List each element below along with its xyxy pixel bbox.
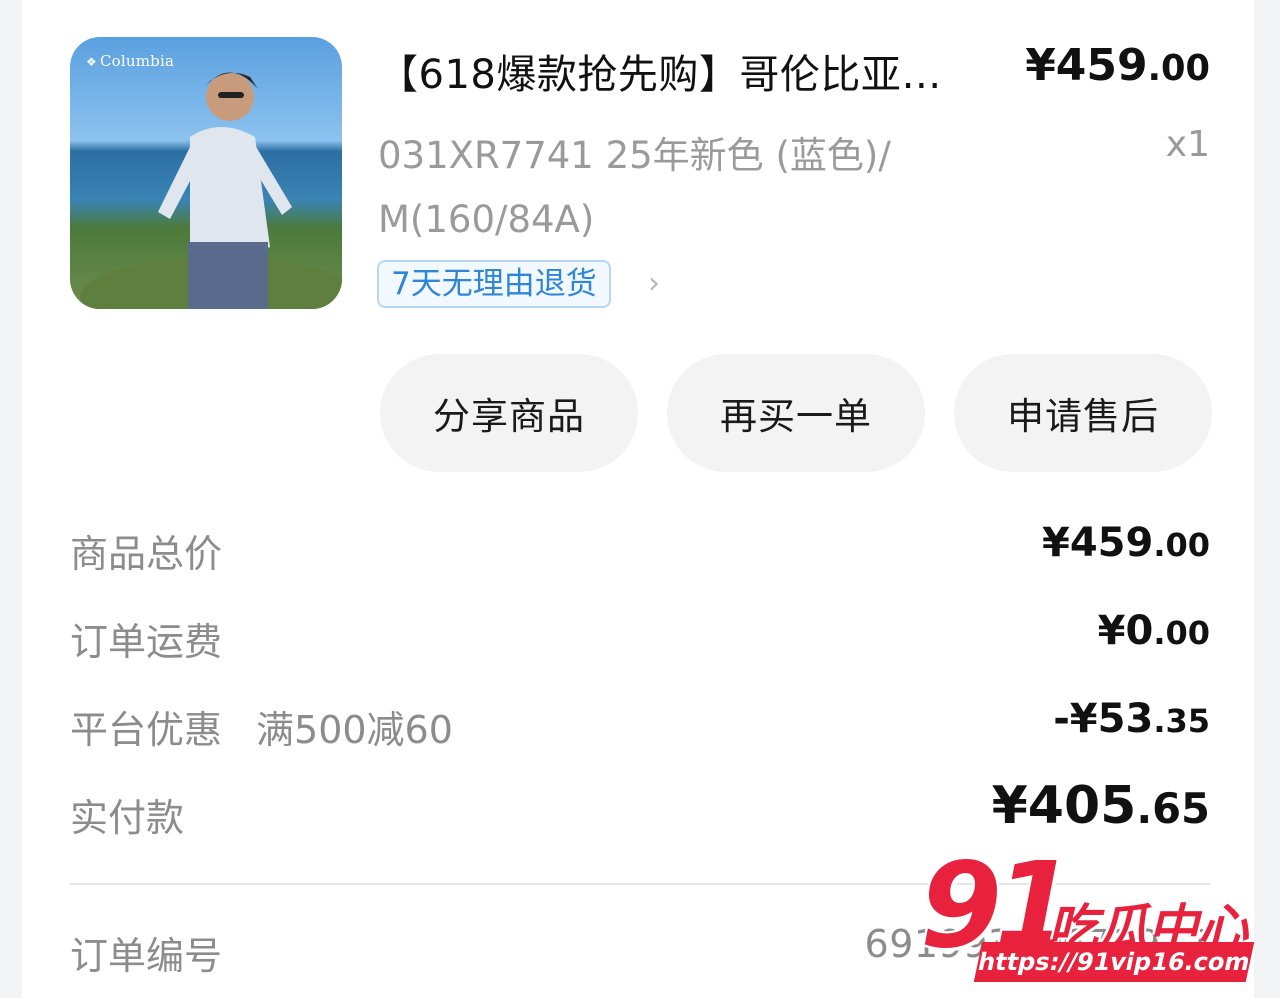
platform-discount-dec: .35	[1153, 702, 1210, 740]
watermark-url: https://91vip16.com	[973, 942, 1255, 982]
after-sales-button[interactable]: 申请售后	[954, 354, 1212, 472]
platform-discount-title: 平台优惠	[70, 708, 223, 752]
product-price-dec: .00	[1147, 48, 1210, 89]
platform-discount-note: 满500减60	[256, 708, 453, 752]
product-quantity: x1	[1165, 124, 1210, 165]
product-image[interactable]: Columbia	[70, 37, 342, 309]
product-photo-illustration	[80, 72, 342, 309]
shipping-fee-int: ¥0	[1097, 608, 1154, 654]
shipping-fee-dec: .00	[1153, 614, 1210, 652]
site-watermark: 91 吃瓜中心 https://91vip16.com	[920, 846, 1260, 986]
platform-discount-int: -¥53	[1053, 696, 1154, 742]
amount-paid-value: ¥405.65	[992, 776, 1210, 836]
platform-discount-label: 平台优惠 满500减60	[70, 699, 453, 754]
product-price-int: ¥459	[1025, 40, 1148, 91]
goods-total-label: 商品总价	[70, 532, 223, 576]
amount-paid-int: ¥405	[991, 776, 1137, 836]
brand-logo-text: Columbia	[86, 52, 174, 70]
product-price: ¥459.00	[1025, 40, 1210, 91]
amount-paid-label: 实付款	[70, 796, 185, 840]
shipping-fee-value: ¥0.00	[1098, 608, 1210, 654]
platform-discount-value: -¥53.35	[1053, 696, 1210, 742]
buy-again-button[interactable]: 再买一单	[667, 354, 925, 472]
goods-total-value: ¥459.00	[1042, 520, 1210, 566]
product-title[interactable]: 【618爆款抢先购】哥伦比亚…	[378, 42, 942, 100]
amount-paid-dec: .65	[1136, 784, 1210, 833]
shipping-fee-label: 订单运费	[70, 620, 223, 664]
order-number-label: 订单编号	[70, 934, 223, 978]
return-policy-tag[interactable]: 7天无理由退货	[377, 260, 611, 308]
goods-total-dec: .00	[1153, 526, 1210, 564]
product-spec: 031XR7741 25年新色 (蓝色)/ M(160/84A)	[378, 134, 891, 241]
chevron-right-icon[interactable]: ›	[648, 266, 660, 301]
share-product-button[interactable]: 分享商品	[380, 354, 638, 472]
goods-total-int: ¥459	[1041, 520, 1154, 566]
